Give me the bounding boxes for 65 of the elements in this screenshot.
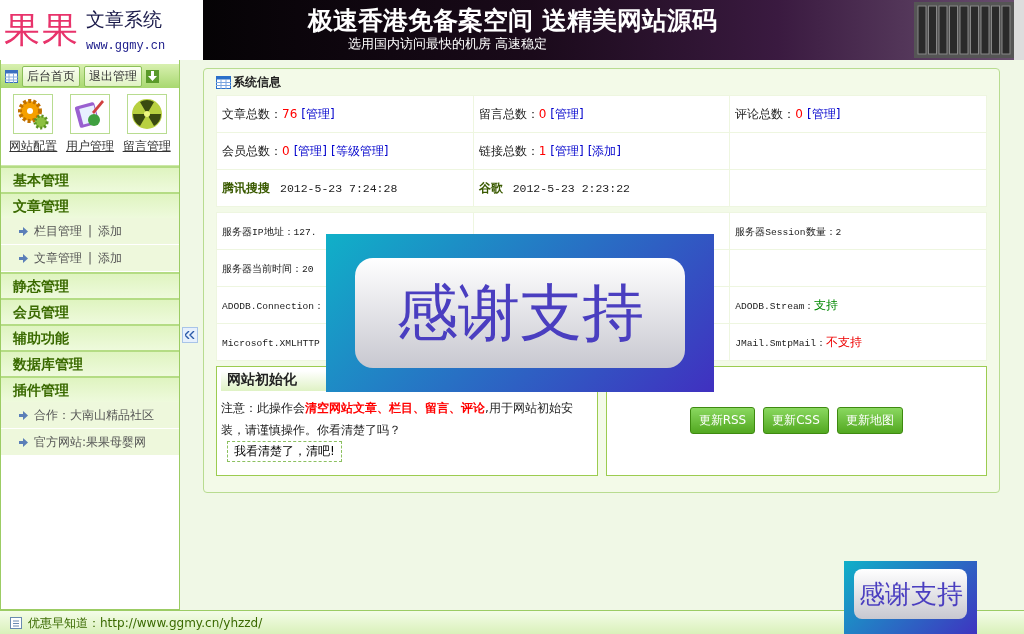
stat-cell: 文章总数：76 [管理] [216, 95, 474, 133]
manage-link[interactable]: [等级管理] [331, 143, 389, 158]
double-chevron-icon [185, 331, 195, 339]
stat-cell: 链接总数：1 [管理] [添加] [473, 132, 730, 170]
popup-ad[interactable]: 感谢支持 [844, 561, 977, 634]
server-info-text: 服务器IP地址：127. [222, 226, 317, 238]
menu-link[interactable]: 添加 [98, 249, 123, 267]
thanks-text: 感谢支持 [854, 569, 967, 619]
manage-link[interactable]: [管理] [550, 143, 584, 158]
logo-title: 文章系统 [86, 7, 163, 32]
confirm-clear-button[interactable]: 我看清楚了，清吧! [227, 441, 342, 462]
manage-link[interactable]: [添加] [587, 143, 622, 158]
arrow-icon [19, 437, 28, 447]
gear-icon [17, 98, 50, 130]
arrow-icon [19, 410, 28, 420]
component-label: ADODB.Stream： [735, 300, 815, 312]
search-engine-label: 腾讯搜搜 [222, 180, 270, 195]
table-icon [216, 75, 231, 89]
server-info-text: 服务器当前时间：20 [222, 263, 314, 275]
popup-ad[interactable]: 感谢支持 [326, 234, 714, 392]
manage-link[interactable]: [管理] [806, 106, 841, 121]
menu-header[interactable]: 基本管理 [1, 166, 179, 192]
status-text: 优惠早知道：http://www.ggmy.cn/yhzzd/ [28, 614, 263, 632]
stat-cell: 留言总数：0 [管理] [473, 95, 730, 133]
arrow-icon [19, 253, 28, 263]
menu-header[interactable]: 辅助功能 [1, 324, 179, 350]
arrow-icon [19, 226, 28, 236]
support-status: 不支持 [825, 334, 862, 349]
down-arrow-icon[interactable] [146, 69, 159, 83]
server-info-text: ADODB.Connection： [222, 300, 325, 312]
menu-link[interactable]: 栏目管理 [34, 222, 82, 240]
crawl-time: 2012-5-23 2:23:22 [512, 181, 630, 195]
notebook-icon [74, 98, 106, 130]
stat-cell: 会员总数：0 [管理] [等级管理] [216, 132, 474, 170]
stat-cell: 评论总数：0 [管理] [729, 95, 987, 133]
nav-button[interactable]: 退出管理 [84, 65, 142, 87]
menu-header[interactable]: 插件管理 [1, 376, 179, 402]
separator: | [88, 251, 93, 265]
logo-brand: 果果 [4, 12, 80, 48]
server-info-text: Microsoft.XMLHTTP [222, 338, 320, 349]
menu-header[interactable]: 会员管理 [1, 298, 179, 324]
warning-text: 注意：此操作会清空网站文章、栏目、留言、评论,用于网站初始安装，请谨慎操作。你看清楚了吗？ [221, 400, 574, 439]
thanks-text: 感谢支持 [355, 258, 685, 368]
search-engine-label: 谷歌 [478, 180, 503, 195]
panel-title: 系统信息 [233, 73, 281, 91]
menu-header[interactable]: 静态管理 [1, 272, 179, 298]
banner-headline: 极速香港免备案空间 送精美网站源码 [308, 7, 718, 35]
manage-link[interactable]: [管理] [293, 143, 327, 158]
manage-link[interactable]: [管理] [550, 106, 584, 121]
separator: | [88, 224, 93, 238]
banner-subline: 选用国内访问最快的机房 高速稳定 [348, 34, 549, 53]
crawl-time: 2012-5-23 7:24:28 [280, 181, 398, 195]
menu-header[interactable]: 数据库管理 [1, 350, 179, 376]
menu-header[interactable]: 文章管理 [1, 192, 179, 218]
collapse-button[interactable] [182, 327, 198, 343]
radiation-icon [130, 98, 163, 130]
menu-link[interactable]: 添加 [98, 222, 123, 240]
server-info-text: 服务器Session数量：2 [735, 226, 842, 238]
logo-url: www.ggmy.cn [86, 39, 167, 53]
menu-link[interactable]: 文章管理 [34, 249, 82, 267]
banner-ad[interactable]: 极速香港免备案空间 送精美网站源码 选用国内访问最快的机房 高速稳定 [203, 0, 1024, 60]
support-status: 支持 [814, 297, 839, 312]
component-label: JMail.SmtpMail： [735, 337, 826, 349]
manage-link[interactable]: [管理] [301, 106, 335, 121]
nav-button[interactable]: 后台首页 [22, 65, 80, 87]
